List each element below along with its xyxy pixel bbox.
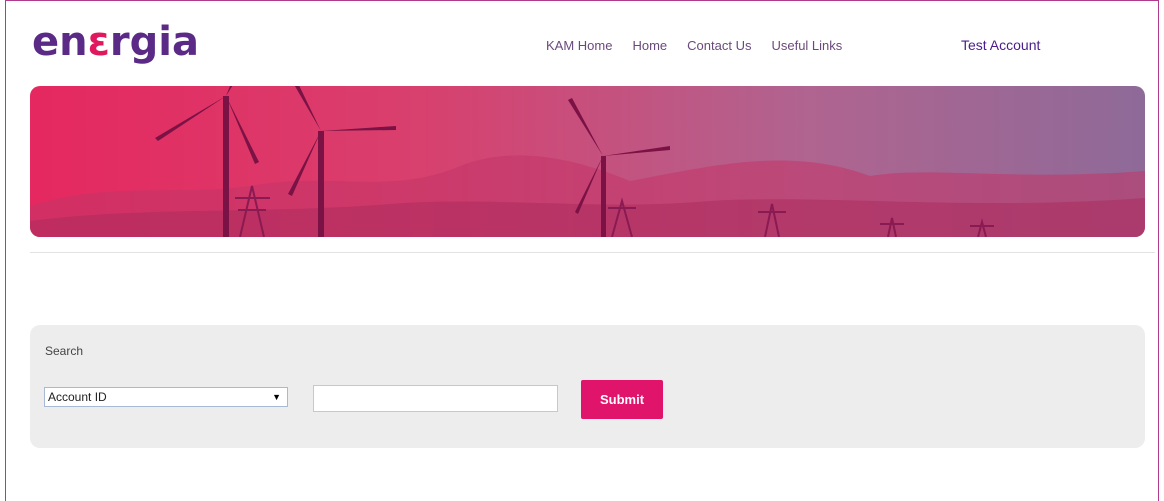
nav-kam-home-link[interactable]: KAM Home [546, 38, 612, 53]
content-divider [30, 252, 1155, 253]
wind-farm-banner-image [30, 86, 1145, 237]
nav-contact-us-link[interactable]: Contact Us [687, 38, 751, 53]
logo-text-prefix: en [32, 19, 88, 65]
nav-useful-links-link[interactable]: Useful Links [771, 38, 842, 53]
logo-text-suffix: rgia [109, 19, 199, 65]
search-type-select[interactable]: Account ID ▼ [44, 387, 288, 407]
nav-home-link[interactable]: Home [632, 38, 667, 53]
search-panel: Search Account ID ▼ Submit [30, 325, 1145, 448]
hero-banner [30, 86, 1145, 237]
account-link[interactable]: Test Account [961, 37, 1040, 53]
search-type-selected-value: Account ID [48, 390, 107, 404]
logo-text-accent: ε [87, 19, 110, 65]
top-nav: KAM Home Home Contact Us Useful Links [546, 38, 842, 53]
submit-button[interactable]: Submit [581, 380, 663, 419]
energia-logo[interactable]: enεrgia [32, 18, 199, 66]
search-title: Search [45, 344, 84, 358]
dropdown-arrow-icon: ▼ [272, 392, 281, 402]
search-input[interactable] [313, 385, 558, 412]
